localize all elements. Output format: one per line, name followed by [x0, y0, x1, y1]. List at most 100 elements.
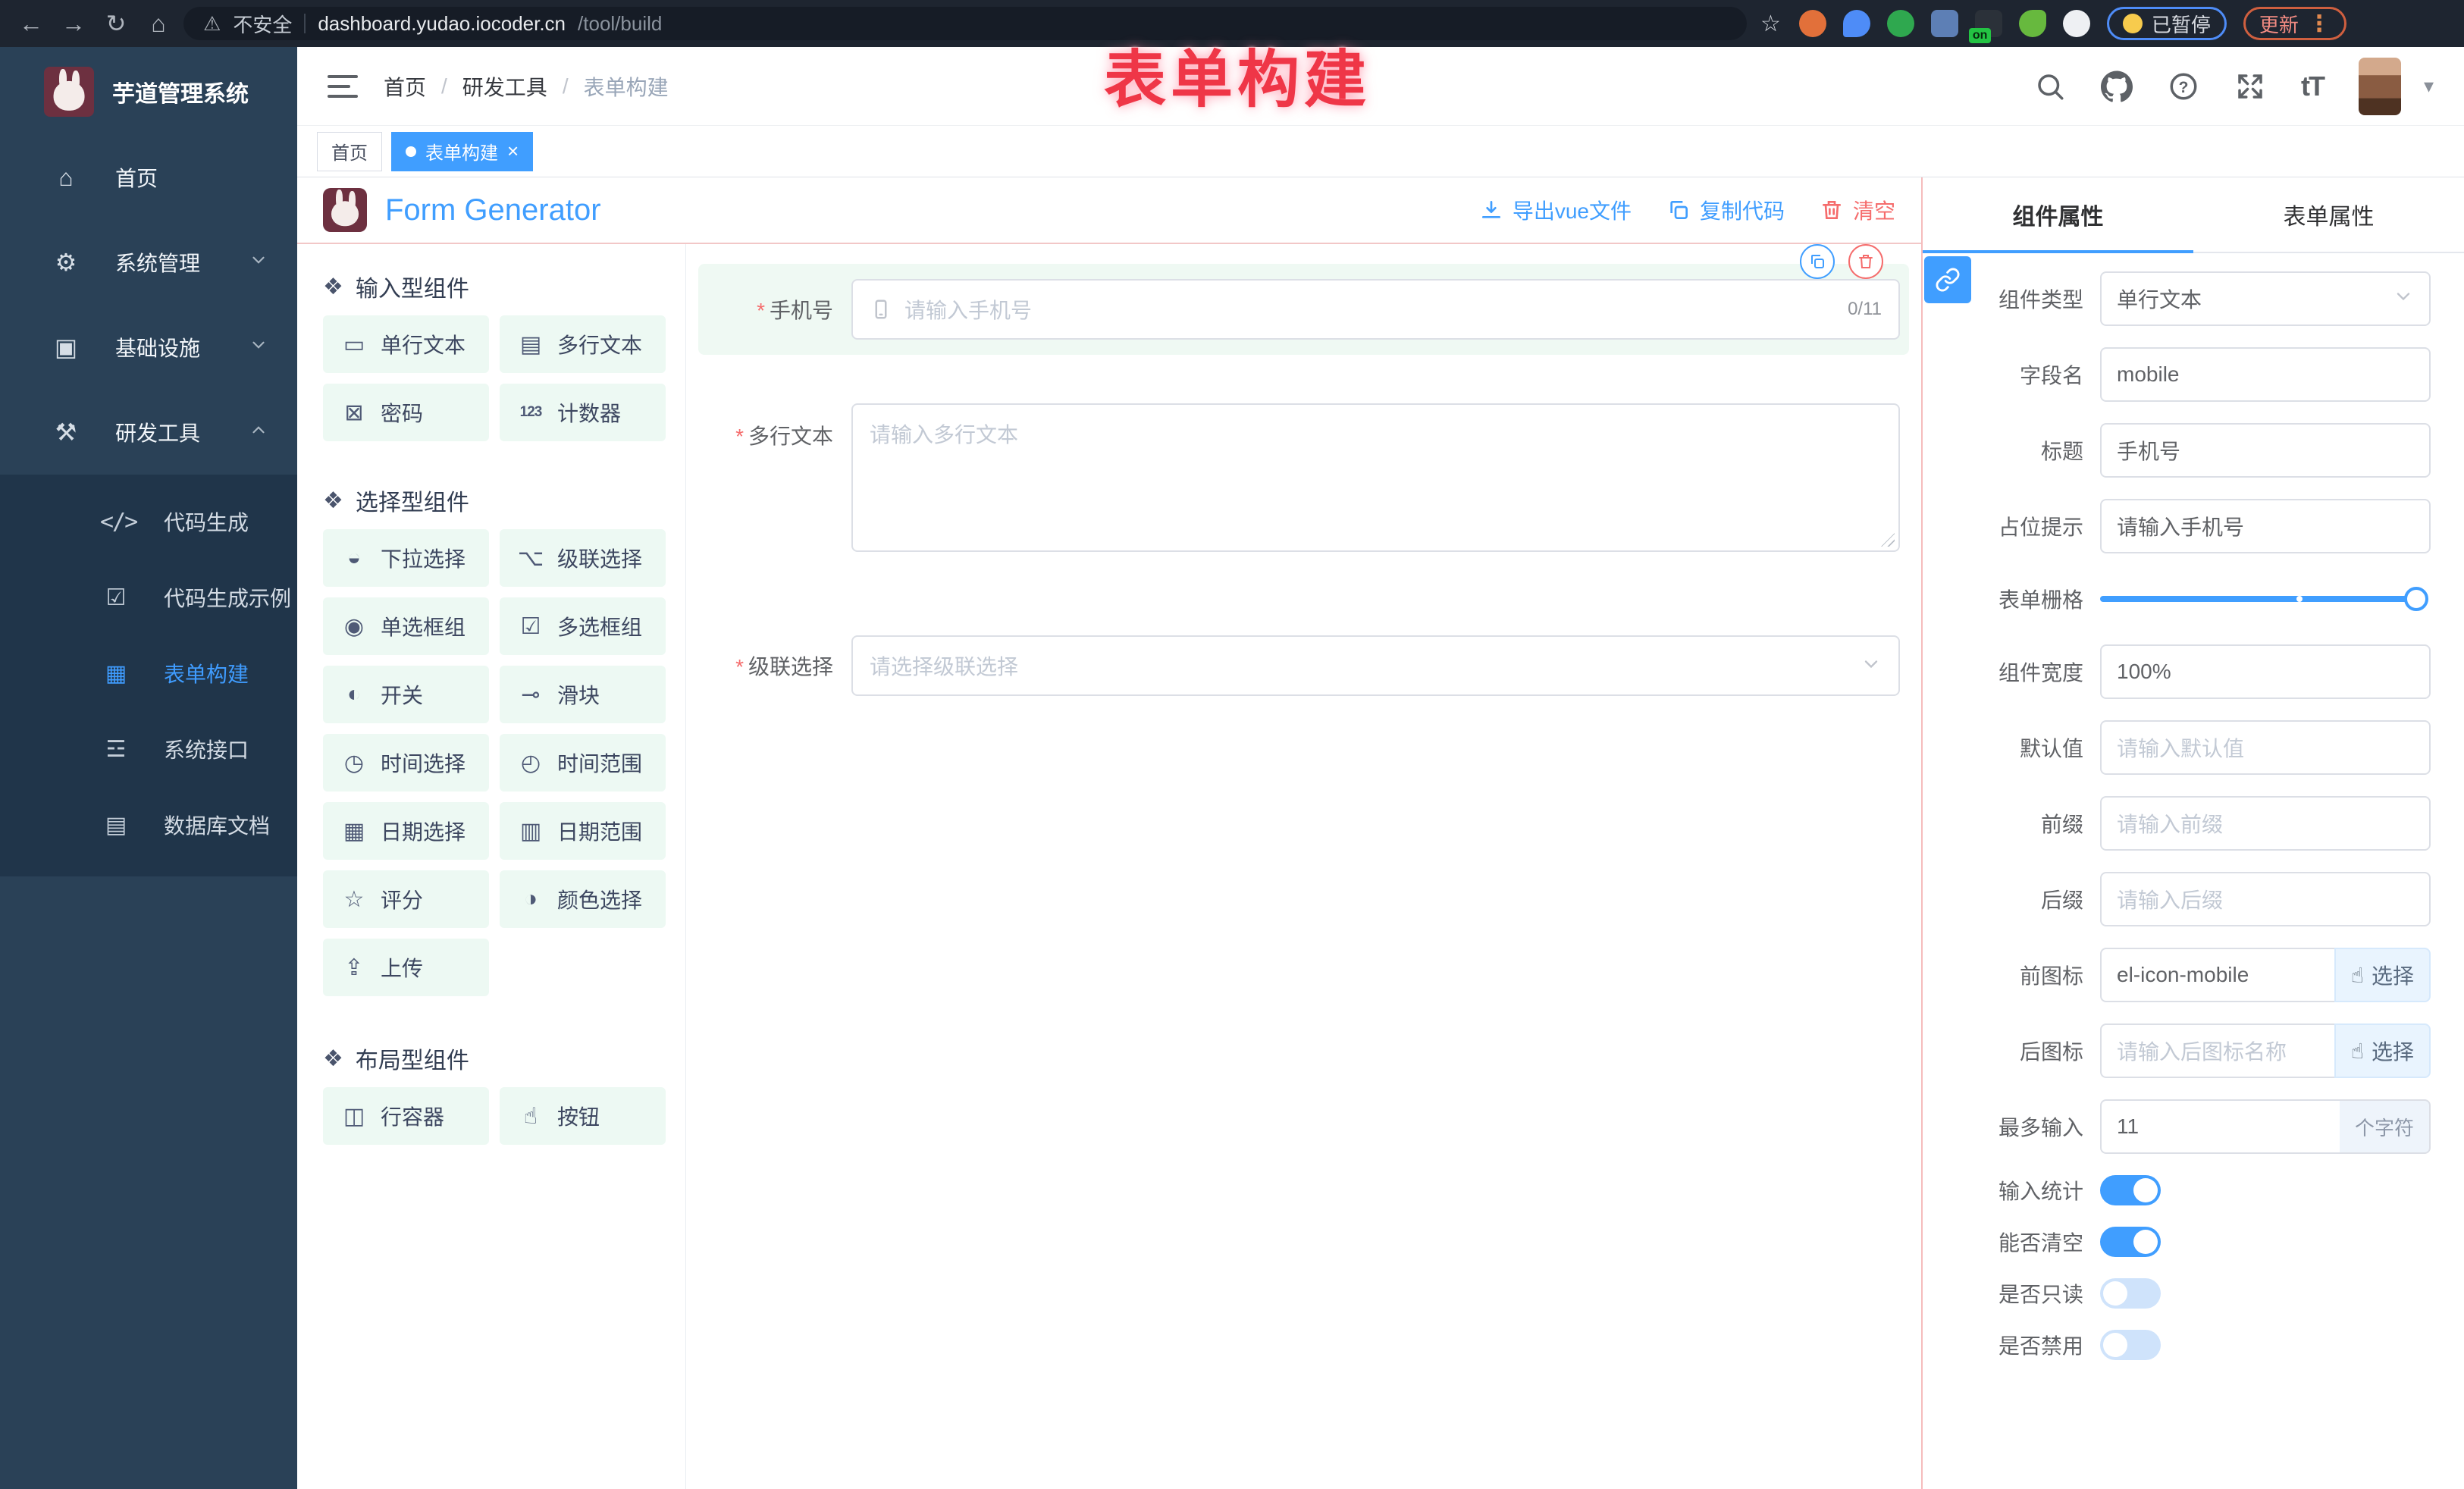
choose-prefix-icon-button[interactable]: ☝ 选择 [2334, 948, 2431, 1002]
readonly-toggle[interactable] [2100, 1278, 2161, 1309]
sidebar-item-infra[interactable]: ▣ 基础设施 [0, 305, 297, 390]
home-icon[interactable]: ⌂ [141, 10, 176, 38]
address-bar[interactable]: ⚠ 不安全 dashboard.yudao.iocoder.cn /tool/b… [183, 7, 1747, 40]
fullscreen-icon[interactable] [2234, 71, 2266, 102]
help-icon[interactable]: ? [2168, 71, 2199, 102]
width-input[interactable]: 100% [2100, 644, 2431, 699]
palette-item-counter[interactable]: 123计数器 [500, 384, 666, 441]
palette-item-cascader[interactable]: ⌥级联选择 [500, 529, 666, 587]
palette-item-color-picker[interactable]: ◑颜色选择 [500, 870, 666, 928]
font-size-icon[interactable]: tT [2301, 71, 2324, 102]
field-name-input[interactable]: mobile [2100, 347, 2431, 402]
palette-item-radio-group[interactable]: ◉单选框组 [323, 597, 489, 655]
user-avatar[interactable] [2359, 58, 2401, 115]
resize-handle[interactable] [1881, 533, 1895, 547]
palette-item-time-picker[interactable]: ◷时间选择 [323, 734, 489, 792]
select-icon: ◒ [340, 545, 368, 571]
extension-icon-blue-drop[interactable] [1843, 10, 1870, 37]
extensions-puzzle-icon[interactable] [2063, 10, 2090, 37]
form-field-textarea[interactable]: 多行文本 请输入多行文本 [698, 388, 1909, 567]
copy-code-button[interactable]: 复制代码 [1666, 195, 1785, 225]
grid-slider[interactable] [2100, 596, 2417, 602]
breadcrumb-home[interactable]: 首页 [384, 71, 426, 102]
palette-item-button[interactable]: ☝按钮 [500, 1087, 666, 1145]
palette-item-date-range[interactable]: ▥日期范围 [500, 802, 666, 860]
browser-menu-icon[interactable]: ⋮ [2308, 11, 2331, 37]
disabled-toggle[interactable] [2100, 1330, 2161, 1360]
bookmark-star-icon[interactable]: ☆ [1760, 11, 1781, 37]
form-field-cascader[interactable]: 级联选择 请选择级联选择 [698, 620, 1909, 711]
palette-item-rate[interactable]: ☆评分 [323, 870, 489, 928]
palette-item-textarea[interactable]: ▤多行文本 [500, 315, 666, 373]
paused-pill[interactable]: 已暂停 [2107, 7, 2227, 40]
input-value: 手机号 [2117, 435, 2180, 466]
palette-item-row-container[interactable]: ◫行容器 [323, 1087, 489, 1145]
clear-button[interactable]: 清空 [1820, 195, 1895, 225]
suffix-icon-input[interactable]: 请输入后图标名称 [2100, 1023, 2334, 1078]
mobile-input[interactable]: 请输入手机号 0/11 [851, 279, 1900, 340]
palette-item-label: 开关 [381, 679, 423, 710]
extension-icon-orange[interactable] [1799, 10, 1826, 37]
sidebar-item-system[interactable]: ⚙ 系统管理 [0, 220, 297, 305]
palette-item-date-picker[interactable]: ▦日期选择 [323, 802, 489, 860]
search-icon[interactable] [2034, 71, 2066, 102]
extension-icon-leaf[interactable] [2019, 10, 2046, 37]
link-button[interactable] [1924, 256, 1971, 303]
prop-label: 前图标 [1948, 960, 2083, 990]
cascader-select[interactable]: 请选择级联选择 [851, 635, 1900, 696]
palette-item-password[interactable]: ⊠密码 [323, 384, 489, 441]
forward-icon[interactable]: → [56, 10, 91, 38]
palette-item-slider[interactable]: ⊸滑块 [500, 666, 666, 723]
placeholder-input[interactable]: 请输入手机号 [2100, 499, 2431, 553]
component-type-select[interactable]: 单行文本 [2100, 271, 2431, 326]
app-logo-row[interactable]: 芋道管理系统 [0, 47, 297, 135]
tab-home[interactable]: 首页 [317, 132, 382, 171]
extension-icon-columns[interactable] [1931, 10, 1958, 37]
toggle-knob [2103, 1281, 2127, 1306]
prefix-input[interactable]: 请输入前缀 [2100, 796, 2431, 851]
default-value-input[interactable]: 请输入默认值 [2100, 720, 2431, 775]
extension-icon-dark-on[interactable]: on [1975, 10, 2002, 37]
sidebar-item-devtools[interactable]: ⚒ 研发工具 [0, 390, 297, 475]
breadcrumb-devtools[interactable]: 研发工具 [462, 71, 547, 102]
export-vue-button[interactable]: 导出vue文件 [1479, 195, 1632, 225]
sidebar-item-form-builder[interactable]: ▦ 表单构建 [0, 635, 297, 711]
collapse-menu-icon[interactable] [328, 75, 358, 98]
sidebar-item-home[interactable]: ⌂ 首页 [0, 135, 297, 220]
github-icon[interactable] [2101, 71, 2133, 102]
close-icon[interactable]: × [507, 139, 519, 163]
extension-icon-green[interactable] [1887, 10, 1914, 37]
update-button[interactable]: 更新 ⋮ [2243, 7, 2346, 40]
palette-item-upload[interactable]: ⇪上传 [323, 939, 489, 996]
slider-handle[interactable] [2404, 587, 2428, 611]
tab-form-builder[interactable]: 表单构建 × [391, 132, 533, 171]
maxlength-input[interactable]: 11 [2100, 1099, 2340, 1154]
palette-item-checkbox-group[interactable]: ☑多选框组 [500, 597, 666, 655]
user-menu-caret-icon[interactable]: ▾ [2424, 74, 2434, 98]
sidebar-item-db-doc[interactable]: ▤ 数据库文档 [0, 787, 297, 863]
textarea-input[interactable]: 请输入多行文本 [851, 403, 1900, 552]
clearable-toggle[interactable] [2100, 1227, 2161, 1257]
title-input[interactable]: 手机号 [2100, 423, 2431, 478]
form-field-mobile[interactable]: 手机号 请输入手机号 0/11 [698, 264, 1909, 355]
sidebar-item-codegen[interactable]: </> 代码生成 [0, 484, 297, 560]
input-placeholder: 请输入默认值 [2117, 732, 2244, 763]
sidebar-item-api[interactable]: ☲ 系统接口 [0, 711, 297, 787]
palette-item-time-range[interactable]: ◴时间范围 [500, 734, 666, 792]
palette-item-single-line-text[interactable]: ▭单行文本 [323, 315, 489, 373]
palette-item-switch[interactable]: ◐开关 [323, 666, 489, 723]
sidebar-item-codegen-demo[interactable]: ☑ 代码生成示例 [0, 560, 297, 635]
form-canvas[interactable]: 手机号 请输入手机号 0/11 多行文本 请输入多行文本 [686, 244, 1921, 1489]
suffix-input[interactable]: 请输入后缀 [2100, 872, 2431, 926]
tab-form-props[interactable]: 表单属性 [2193, 177, 2464, 252]
prefix-icon-input[interactable]: el-icon-mobile [2100, 948, 2334, 1002]
duplicate-field-button[interactable] [1800, 244, 1835, 279]
back-icon[interactable]: ← [14, 10, 49, 38]
tab-component-props[interactable]: 组件属性 [1923, 177, 2193, 252]
choose-suffix-icon-button[interactable]: ☝ 选择 [2334, 1023, 2431, 1078]
palette-item-select[interactable]: ◒下拉选择 [323, 529, 489, 587]
delete-field-button[interactable] [1848, 244, 1883, 279]
home-icon: ⌂ [50, 164, 82, 192]
reload-icon[interactable]: ↻ [99, 9, 133, 38]
word-limit-toggle[interactable] [2100, 1175, 2161, 1205]
